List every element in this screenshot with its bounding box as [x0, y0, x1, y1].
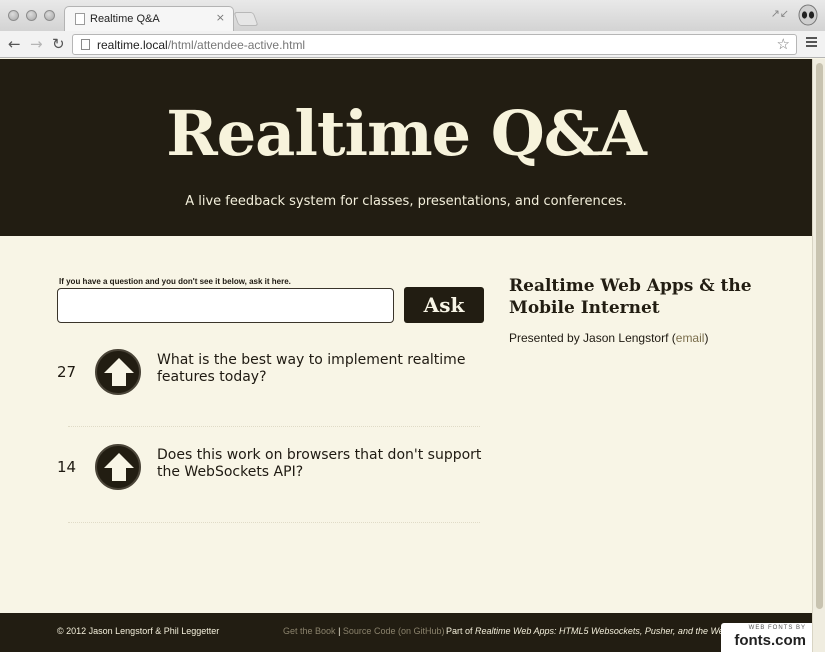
page-favicon-icon: [75, 13, 85, 25]
user-profile-icon[interactable]: [797, 4, 819, 28]
ask-question-label: If you have a question and you don't see…: [59, 277, 291, 286]
fonts-badge-logo: fonts.com: [734, 632, 806, 649]
up-arrow-icon: [104, 453, 134, 481]
site-tagline: A live feedback system for classes, pres…: [185, 194, 627, 209]
site-footer: © 2012 Jason Lengstorf & Phil Leggetter …: [0, 613, 812, 652]
part-of-text: Part of Realtime Web Apps: HTML5 Websock…: [446, 626, 756, 636]
footer-links: Get the Book | Source Code (on GitHub): [283, 626, 444, 636]
up-arrow-icon: [104, 358, 134, 386]
question-divider: [68, 522, 480, 523]
question-item: 14 Does this work on browsers that don't…: [57, 444, 487, 504]
address-bar[interactable]: realtime.local/html/attendee-active.html…: [72, 34, 797, 55]
site-header: Realtime Q&A A live feedback system for …: [0, 59, 812, 236]
upvote-button[interactable]: [95, 444, 141, 490]
page-scrollbar[interactable]: [812, 59, 825, 652]
question-input[interactable]: [57, 288, 394, 323]
question-divider: [68, 426, 480, 427]
fonts-badge-caption: WEB FONTS BY: [748, 625, 806, 631]
get-the-book-link[interactable]: Get the Book: [283, 626, 336, 636]
tab-close-icon[interactable]: ×: [216, 11, 225, 24]
back-button[interactable]: ←: [8, 34, 21, 54]
presenter-email-link[interactable]: email: [676, 331, 705, 345]
fullscreen-icon[interactable]: ↗↙: [771, 7, 789, 20]
url-text[interactable]: realtime.local/html/attendee-active.html: [97, 38, 305, 52]
question-text: Does this work on browsers that don't su…: [157, 447, 482, 480]
page-icon: [81, 39, 90, 50]
upvote-button[interactable]: [95, 349, 141, 395]
session-title: Realtime Web Apps & the Mobile Internet: [509, 276, 752, 318]
minimize-window-icon[interactable]: [26, 10, 37, 21]
browser-tab[interactable]: Realtime Q&A ×: [64, 6, 234, 32]
part-of-prefix: Part of: [446, 626, 476, 636]
source-code-link[interactable]: Source Code (on GitHub): [343, 626, 445, 636]
presenter-text-end: ): [704, 331, 709, 345]
browser-tab-bar: Realtime Q&A × ↗↙: [0, 0, 825, 32]
browser-menu-icon[interactable]: [806, 37, 817, 49]
ask-button[interactable]: Ask: [404, 287, 484, 323]
presenter-info: Presented by Jason Lengstorf (email): [509, 331, 708, 345]
presenter-text: Presented by Jason Lengstorf (: [509, 331, 676, 345]
footer-link-separator: |: [338, 626, 341, 636]
vote-count: 27: [57, 363, 77, 381]
tab-title: Realtime Q&A: [90, 13, 160, 25]
fonts-com-badge[interactable]: WEB FONTS BY fonts.com: [721, 623, 812, 652]
book-title: Realtime Web Apps: HTML5 Websockets, Pus…: [475, 626, 757, 636]
close-window-icon[interactable]: [8, 10, 19, 21]
url-path: /html/attendee-active.html: [167, 38, 306, 52]
vote-count: 14: [57, 458, 77, 476]
url-host: realtime.local: [97, 38, 168, 52]
site-title: Realtime Q&A: [166, 97, 647, 170]
browser-toolbar: ← → ↻ realtime.local/html/attendee-activ…: [0, 31, 825, 58]
forward-button[interactable]: →: [30, 34, 43, 54]
bookmark-star-icon[interactable]: ☆: [777, 35, 790, 53]
question-text: What is the best way to implement realti…: [157, 352, 466, 385]
zoom-window-icon[interactable]: [44, 10, 55, 21]
reload-button[interactable]: ↻: [52, 34, 65, 54]
page-viewport: Realtime Q&A A live feedback system for …: [0, 59, 825, 652]
scrollbar-thumb[interactable]: [816, 63, 823, 609]
new-tab-button[interactable]: [233, 12, 259, 26]
question-item: 27 What is the best way to implement rea…: [57, 349, 487, 409]
copyright-text: © 2012 Jason Lengstorf & Phil Leggetter: [57, 626, 220, 636]
